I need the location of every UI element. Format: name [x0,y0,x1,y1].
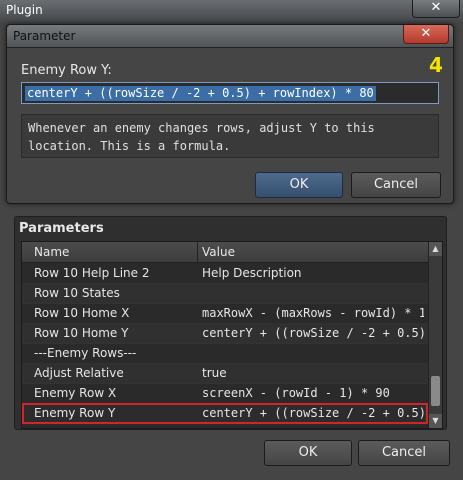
plugin-window-title: Plugin [6,3,43,17]
formula-input[interactable]: centerY + ((rowSize / -2 + 0.5) + rowInd… [21,82,439,104]
close-icon: ✕ [420,26,432,41]
table-row[interactable]: Adjust Relative true [22,363,428,384]
table-scrollbar[interactable]: ▲ ▼ [428,242,442,428]
row-name: Row 10 Home Y [34,326,129,340]
row-value: centerY + ((rowSize / -2 + 0.5)… [202,406,424,420]
row-value: Help Description [202,266,302,280]
plugin-ok-button[interactable]: OK [264,440,352,466]
row-value: screenX - (rowId - 1) * 90 [202,386,390,400]
table-row[interactable]: ---Enemy Rows--- [22,343,428,364]
column-header-name[interactable]: Name [34,245,69,259]
close-icon: ✕ [430,0,442,15]
field-label: Enemy Row Y: [21,63,112,78]
table-row-selected[interactable]: Enemy Row Y centerY + ((rowSize / -2 + 0… [22,403,428,424]
column-divider [197,242,198,262]
scroll-down-icon[interactable]: ▼ [429,414,442,428]
step-number-badge: 4 [429,53,443,77]
table-row[interactable]: Row 10 Home Y centerY + ((rowSize / -2 +… [22,323,428,344]
parameters-title: Parameters [19,221,104,236]
scroll-up-icon[interactable]: ▲ [429,242,442,256]
column-header-value[interactable]: Value [202,245,235,259]
dialog-close-button[interactable]: ✕ [403,25,449,44]
dialog-title: Parameter [13,29,76,43]
row-value: true [202,366,227,380]
row-name: Row 10 Home X [34,306,130,320]
scrollbar-thumb[interactable] [431,376,440,406]
table-row[interactable]: Row 10 Home X maxRowX - (maxRows - rowId… [22,303,428,324]
row-name: Row 10 States [34,286,120,300]
plugin-cancel-button[interactable]: Cancel [358,440,450,466]
parameters-panel: Parameters Name Value Row 10 Help Line 2… [14,216,447,430]
help-description: Whenever an enemy changes rows, adjust Y… [21,114,439,158]
parameters-table: Name Value Row 10 Help Line 2 Help Descr… [21,241,443,429]
row-name: Row 10 Help Line 2 [34,266,150,280]
row-name: ---Enemy Rows--- [34,346,137,360]
dialog-titlebar: Parameter ✕ [7,25,453,48]
row-name: Adjust Relative [34,366,124,380]
dialog-cancel-button[interactable]: Cancel [351,172,441,198]
formula-input-value: centerY + ((rowSize / -2 + 0.5) + rowInd… [25,86,376,101]
table-row[interactable]: Row 10 States [22,283,428,304]
row-value: centerY + ((rowSize / -2 + 0.5)… [202,326,424,340]
table-header: Name Value [22,242,428,263]
row-value: maxRowX - (maxRows - rowId) * 1… [202,306,424,320]
parameter-dialog: Parameter ✕ 4 Enemy Row Y: centerY + ((r… [6,24,454,204]
row-name: Enemy Row Y [34,406,116,420]
plugin-close-button[interactable]: ✕ [412,0,460,18]
table-row[interactable]: Row 10 Help Line 2 Help Description [22,263,428,284]
row-name: Enemy Row X [34,386,117,400]
table-row[interactable]: Enemy Row X screenX - (rowId - 1) * 90 [22,383,428,404]
dialog-ok-button[interactable]: OK [255,172,343,198]
plugin-window-titlebar: Plugin ✕ [0,0,463,23]
